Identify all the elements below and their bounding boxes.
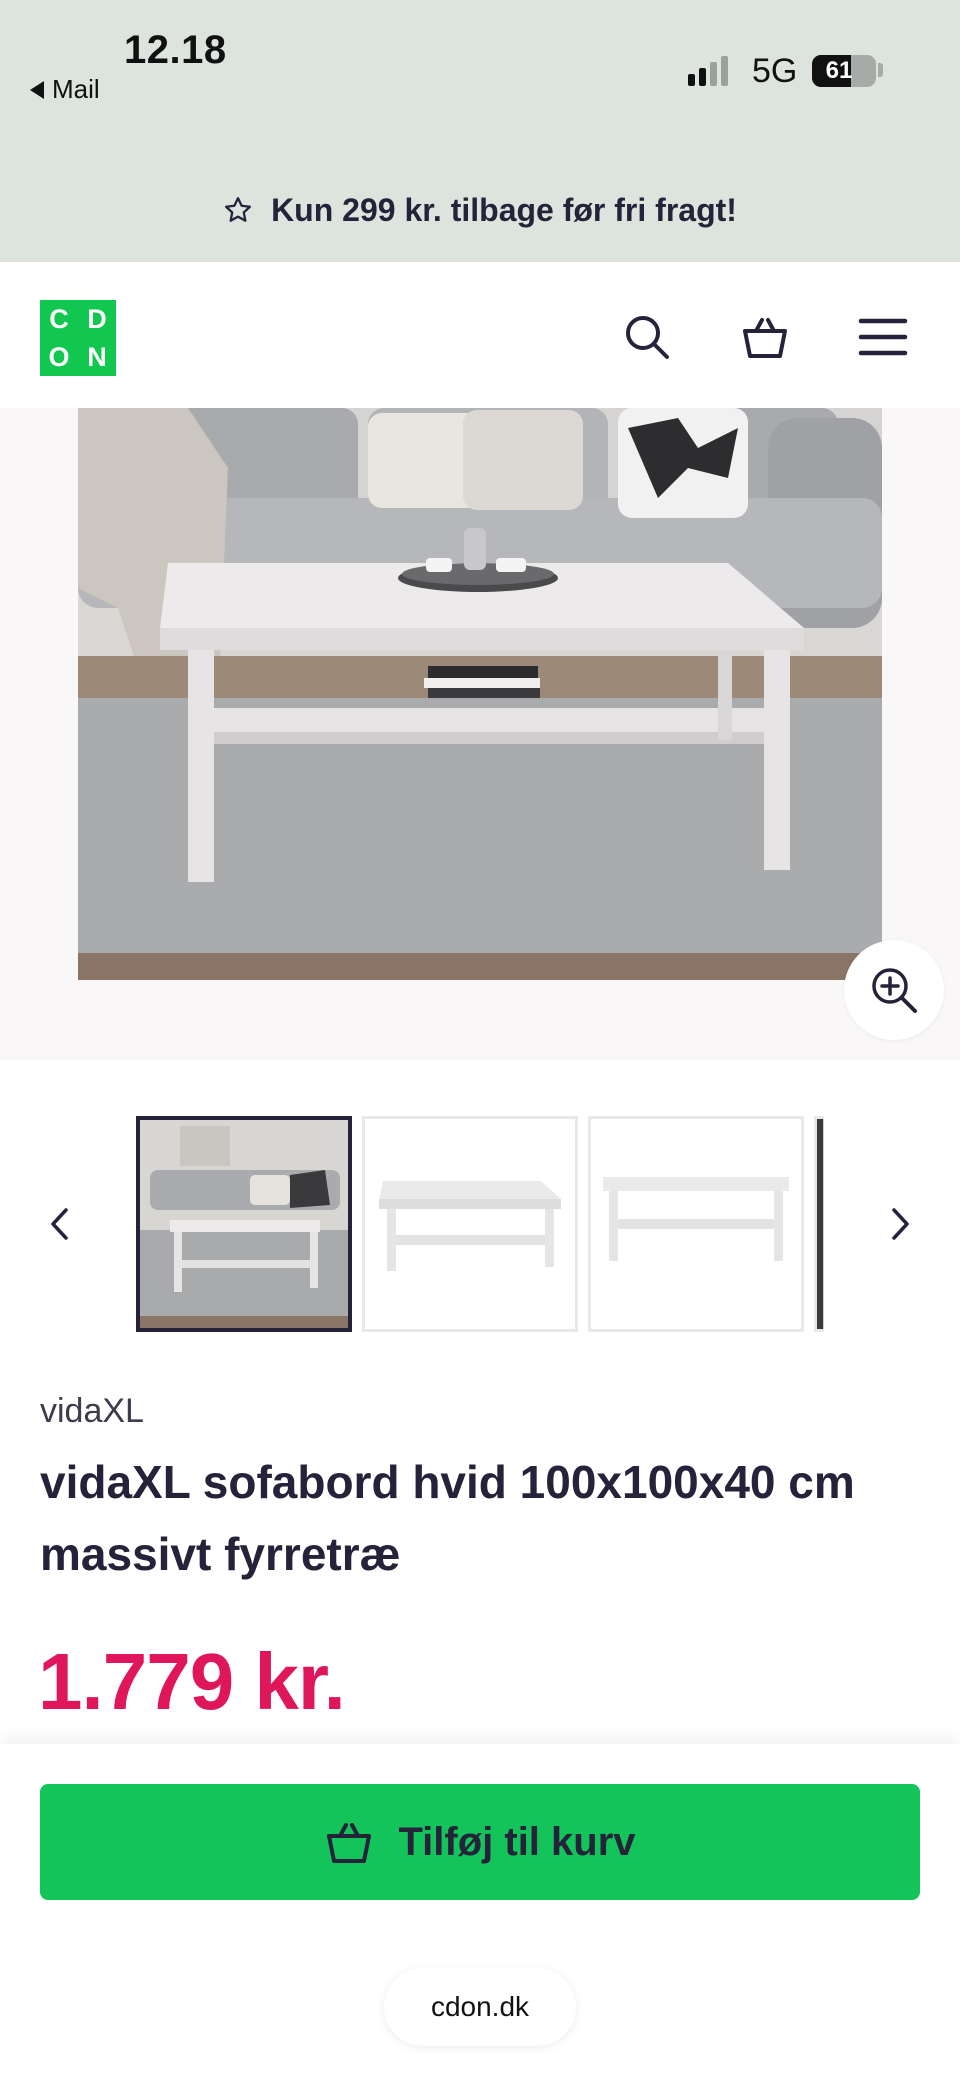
zoom-button[interactable] <box>844 940 944 1040</box>
menu-icon[interactable] <box>858 312 908 362</box>
back-triangle-icon <box>30 80 44 99</box>
logo-letter: O <box>48 341 70 372</box>
cdon-logo[interactable]: C D O N <box>40 300 116 376</box>
site-header: C D O N <box>0 262 960 408</box>
thumbnail-1[interactable] <box>136 1116 352 1332</box>
zoom-in-icon <box>872 968 917 1013</box>
product-gallery <box>0 408 960 1060</box>
cellular-signal-icon <box>688 56 728 86</box>
back-app-label: Mail <box>52 74 100 104</box>
basket-icon[interactable] <box>740 312 790 362</box>
star-outline-icon <box>225 197 252 222</box>
thumbnail-3[interactable] <box>588 1116 804 1332</box>
top-banner-area: 12.18 Mail 5G 61 Kun 299 kr. tilbage før… <box>0 0 960 262</box>
free-shipping-banner: Kun 299 kr. tilbage før fri fragt! <box>0 180 960 240</box>
product-main-image[interactable] <box>78 408 882 980</box>
logo-letter: N <box>87 341 107 372</box>
thumbnail-2[interactable] <box>362 1116 578 1332</box>
product-title: vidaXL sofabord hvid 100x100x40 cm massi… <box>40 1456 855 1580</box>
add-to-cart-button[interactable]: Tilføj til kurv <box>40 1784 920 1900</box>
chevron-left-icon[interactable] <box>40 1204 80 1244</box>
browser-url-bar[interactable]: cdon.dk <box>384 1968 576 2046</box>
basket-icon <box>327 1823 372 1863</box>
network-type: 5G <box>752 52 798 90</box>
thumbnail-4[interactable] <box>814 1116 824 1332</box>
back-to-mail[interactable]: Mail <box>30 74 100 105</box>
thumbnail-strip <box>136 1116 824 1332</box>
battery-cap <box>878 63 883 77</box>
logo-letter: C <box>49 303 69 334</box>
promo-text: Kun 299 kr. tilbage før fri fragt! <box>271 191 737 228</box>
logo-letter: D <box>87 303 107 334</box>
status-time: 12.18 <box>124 28 227 72</box>
battery-level: 61 <box>825 57 853 84</box>
search-icon[interactable] <box>622 312 672 362</box>
chevron-right-icon[interactable] <box>880 1204 920 1244</box>
product-price: 1.779 kr. <box>38 1637 346 1726</box>
product-brand[interactable]: vidaXL <box>40 1392 144 1431</box>
thumbnail-carousel <box>0 1116 960 1332</box>
battery-icon: 61 <box>812 55 876 87</box>
add-to-cart-label: Tilføj til kurv <box>398 1819 636 1864</box>
